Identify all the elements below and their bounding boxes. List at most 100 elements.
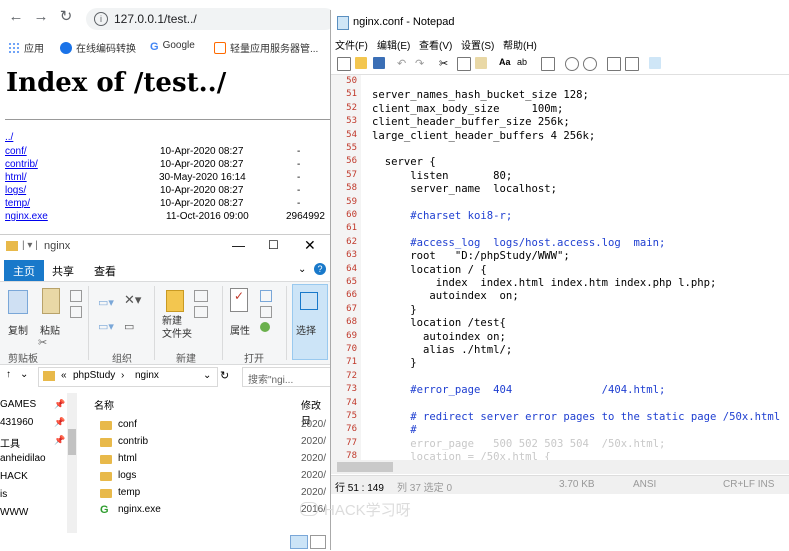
code-line[interactable]: # (372, 424, 416, 436)
listing-link[interactable]: nginx.exe (5, 211, 48, 222)
pin-icon[interactable]: 📌 (54, 399, 65, 410)
listing-link[interactable]: ../ (5, 132, 13, 143)
code-line[interactable]: # redirect server error pages to the sta… (372, 411, 780, 423)
help-icon[interactable]: ? (314, 263, 326, 275)
code-line[interactable]: client_header_buffer_size 256k; (372, 116, 570, 128)
details-view-icon[interactable] (290, 535, 308, 549)
file-item[interactable]: nginx.exe (118, 504, 161, 515)
code-line[interactable]: location / { (372, 264, 487, 276)
tab-share[interactable]: 共享 (52, 263, 74, 279)
code-line[interactable]: server { (372, 156, 436, 168)
chevron-down-icon[interactable]: ⌄ (203, 370, 211, 381)
bookmark-apps[interactable]: 应用 (8, 40, 44, 55)
new-file-icon[interactable] (337, 57, 351, 71)
replace-icon[interactable]: ab (517, 57, 529, 69)
nav-item[interactable]: GAMES (0, 399, 36, 410)
code-line[interactable]: index index.html index.htm index.php l.p… (372, 277, 717, 289)
delete-icon[interactable]: ✕▾ (124, 292, 141, 308)
nav-item[interactable]: 431960 (0, 417, 33, 428)
nav-item[interactable]: 工具 (0, 435, 20, 450)
code-line[interactable]: #access_log logs/host.access.log main; (372, 237, 665, 249)
view-icon[interactable] (607, 57, 621, 71)
column-header-name[interactable]: 名称 (94, 397, 114, 412)
cut-icon[interactable]: ✂ (439, 57, 451, 70)
file-item[interactable]: logs (118, 470, 136, 481)
code-line[interactable]: } (372, 357, 416, 369)
paste-shortcut-icon[interactable] (70, 306, 82, 318)
code-line[interactable]: listen 80; (372, 170, 512, 182)
horizontal-scrollbar[interactable] (331, 460, 789, 474)
pin-icon[interactable]: 📌 (54, 435, 65, 446)
code-line[interactable]: error_page 500 502 503 504 /50x.html; (372, 438, 665, 450)
new-item-icon[interactable] (194, 290, 208, 302)
listing-link[interactable]: logs/ (5, 185, 26, 196)
menu-settings[interactable]: 设置(S) (461, 37, 494, 52)
easy-access-icon[interactable] (194, 306, 208, 318)
menu-file[interactable]: 文件(F) (335, 37, 368, 52)
code-line[interactable]: large_client_header_buffers 4 256k; (372, 130, 595, 142)
settings-icon[interactable] (625, 57, 639, 71)
address-bar[interactable]: « phpStudy › nginx ⌄ (38, 367, 218, 387)
listing-link[interactable]: contrib/ (5, 159, 38, 170)
search-input[interactable]: 搜索"ngi... (242, 367, 332, 387)
menu-help[interactable]: 帮助(H) (503, 37, 537, 52)
chevron-down-icon[interactable]: ⌄ (298, 264, 306, 275)
new-folder-button-label[interactable]: 新建 文件夹 (162, 315, 192, 341)
menu-edit[interactable]: 编辑(E) (377, 37, 410, 52)
scissors-icon[interactable]: ✂ (38, 336, 47, 349)
export-icon[interactable] (649, 57, 661, 69)
paste-button-label[interactable]: 粘贴 (40, 322, 60, 337)
open-folder-icon[interactable] (355, 57, 367, 69)
address-bar[interactable]: i 127.0.0.1/test../ (86, 8, 336, 30)
nav-item[interactable]: HACK (0, 471, 28, 482)
edit-icon[interactable] (260, 306, 272, 318)
nav-scrollbar[interactable] (67, 393, 77, 533)
scrollbar-thumb[interactable] (337, 462, 393, 472)
redo-icon[interactable]: ↷ (415, 57, 427, 70)
maximize-icon[interactable]: ☐ (268, 238, 279, 252)
code-line[interactable]: server_name localhost; (372, 183, 557, 195)
url-text[interactable]: 127.0.0.1/test../ (114, 12, 197, 26)
copy-icon[interactable] (457, 57, 471, 71)
file-item[interactable]: contrib (118, 436, 148, 447)
undo-icon[interactable]: ↶ (397, 57, 409, 70)
new-folder-icon[interactable] (166, 290, 184, 312)
listing-link[interactable]: html/ (5, 172, 27, 183)
refresh-icon[interactable]: ↻ (220, 369, 229, 382)
code-line[interactable]: autoindex on; (372, 290, 518, 302)
code-line[interactable]: server_names_hash_bucket_size 128; (372, 89, 589, 101)
tab-home[interactable]: 主页 (4, 260, 44, 281)
pin-icon[interactable]: 📌 (54, 417, 65, 428)
properties-check-icon[interactable]: ✓ (230, 288, 248, 312)
code-line[interactable]: alias ./html/; (372, 344, 512, 356)
code-line[interactable]: root "D:/phpStudy/WWW"; (372, 250, 569, 262)
nav-item[interactable]: is (0, 489, 7, 500)
code-line[interactable]: location /test{ (372, 317, 506, 329)
goto-icon[interactable] (541, 57, 555, 71)
history-icon[interactable] (260, 322, 270, 332)
properties-button-label[interactable]: 属性 (230, 322, 250, 337)
menu-view[interactable]: 查看(V) (419, 37, 452, 52)
scrollbar-thumb[interactable] (68, 429, 76, 455)
paste-icon[interactable] (42, 288, 60, 314)
listing-link[interactable]: temp/ (5, 198, 30, 209)
breadcrumb-item[interactable]: nginx (135, 370, 159, 381)
bookmark-server[interactable]: 轻量应用服务器管... (214, 40, 318, 55)
info-icon[interactable]: i (94, 12, 108, 26)
up-arrow-icon[interactable]: ↑ (6, 369, 11, 380)
close-icon[interactable]: ✕ (304, 237, 316, 254)
save-icon[interactable] (373, 57, 385, 69)
copy-path-icon[interactable] (70, 290, 82, 302)
move-to-icon[interactable]: ▭▾ (98, 296, 114, 309)
forward-arrow-icon[interactable]: → (33, 9, 49, 25)
file-item[interactable]: html (118, 453, 137, 464)
paste-icon[interactable] (475, 57, 487, 69)
breadcrumb-overflow[interactable]: « (61, 370, 67, 381)
open-icon[interactable] (260, 290, 272, 302)
breadcrumb-item[interactable]: phpStudy (73, 370, 115, 381)
large-icons-view-icon[interactable] (310, 535, 326, 549)
file-item[interactable]: temp (118, 487, 140, 498)
copy-to-icon[interactable]: ▭▾ (98, 320, 114, 333)
copy-button-label[interactable]: 复制 (8, 322, 28, 337)
nav-item[interactable]: WWW (0, 507, 28, 518)
